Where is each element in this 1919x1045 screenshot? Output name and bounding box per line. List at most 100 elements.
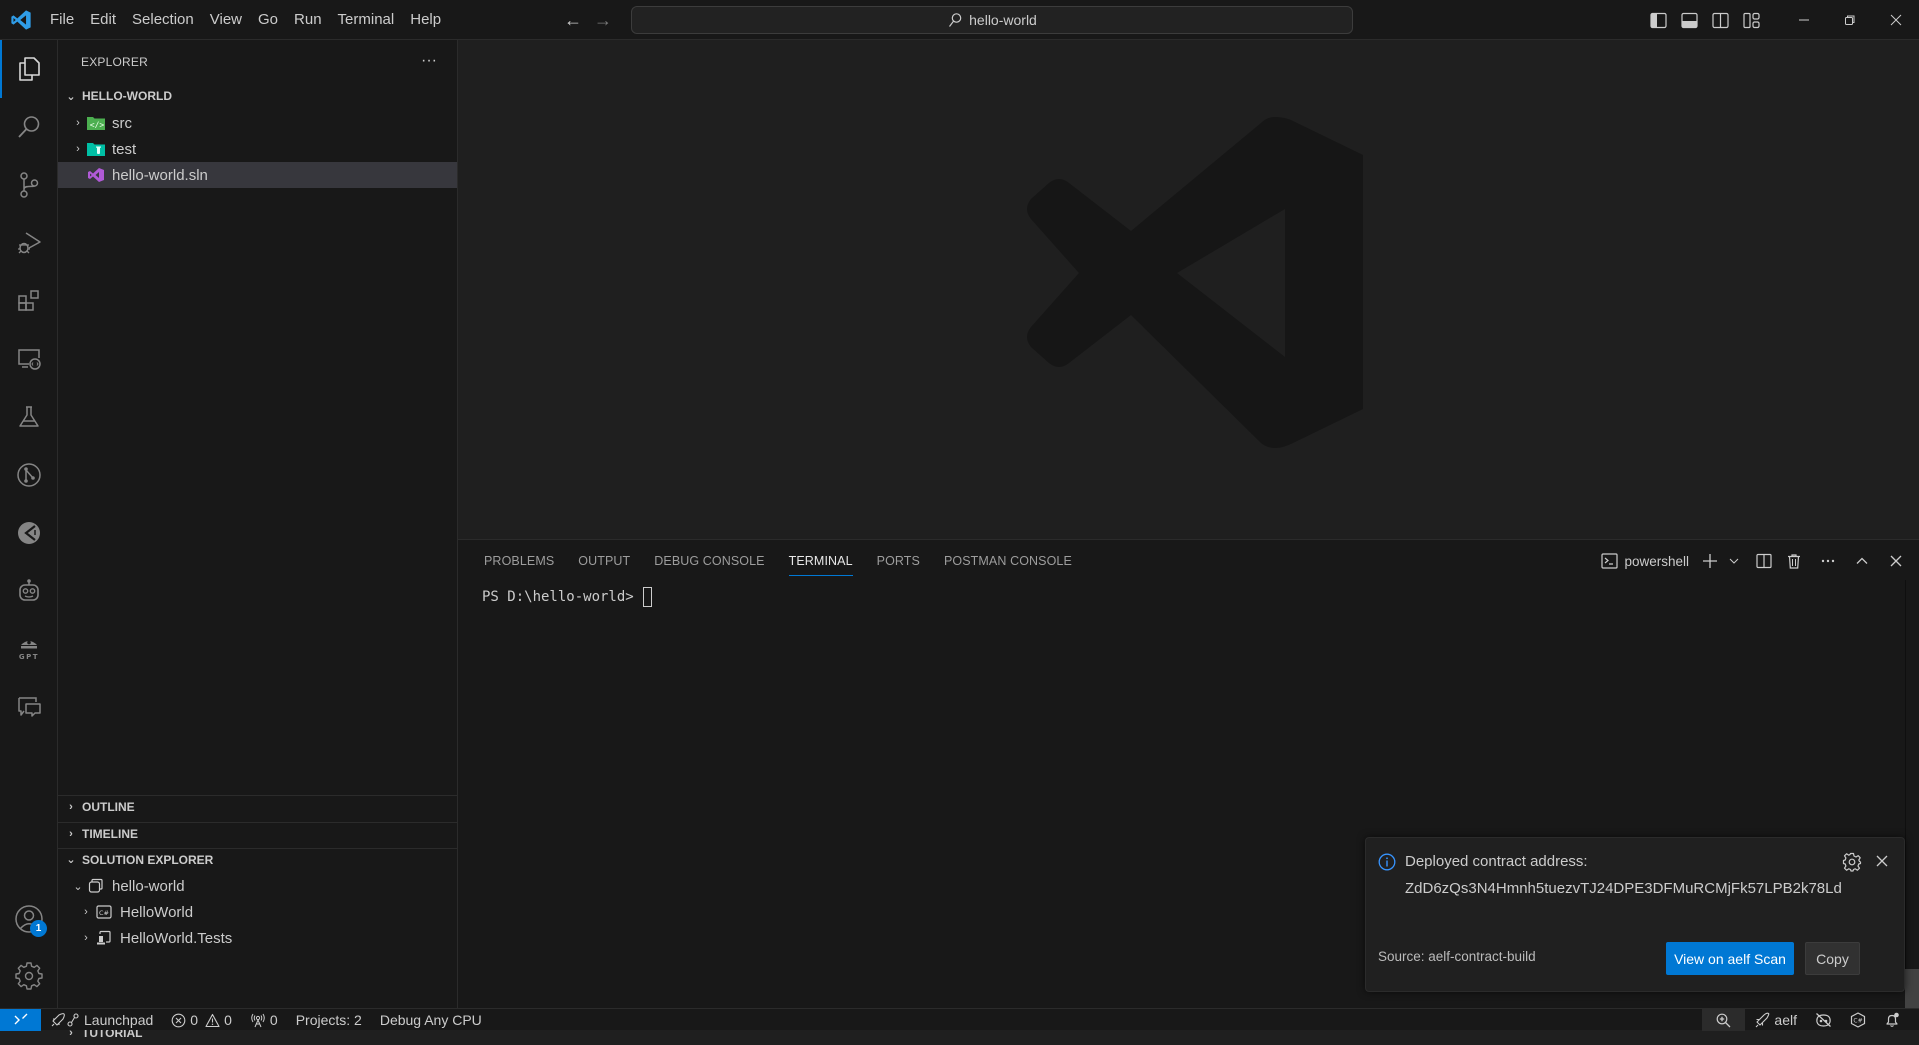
folder-src-icon: </> [86,115,106,131]
vscode-watermark-icon [1023,117,1363,465]
problems-status[interactable]: 0 0 [171,1009,232,1031]
activity-gpt[interactable]: GPT [0,620,58,678]
terminal-dropdown-button[interactable] [1727,548,1741,574]
tab-ports[interactable]: PORTS [865,540,932,582]
notifications-status[interactable] [1875,1009,1909,1031]
go-back-icon[interactable]: ← [562,10,584,30]
toggle-primary-sidebar-button[interactable] [1643,0,1674,40]
terminal-powershell-icon [1601,553,1619,569]
terminal-scrollbar[interactable] [1905,580,1919,1009]
activity-run-debug[interactable] [0,214,58,272]
tab-debug-console[interactable]: DEBUG CONSOLE [642,540,776,582]
activity-extensions[interactable] [0,272,58,330]
menu-edit[interactable]: Edit [82,7,124,33]
activity-git-graph[interactable] [0,446,58,504]
ports-status[interactable]: 0 [250,1009,278,1031]
tree-item-sln[interactable]: hello-world.sln [58,162,457,188]
zoom-status[interactable] [1702,1009,1746,1031]
notification-title: Deployed contract address: [1405,853,1588,870]
activity-explorer[interactable] [0,40,58,98]
menu-view[interactable]: View [202,7,250,33]
project-helloworld[interactable]: › C# HelloWorld [58,899,457,925]
project-helloworld-tests[interactable]: › HelloWorld.Tests [58,925,457,951]
tab-terminal[interactable]: TERMINAL [777,540,865,582]
close-window-button[interactable] [1873,0,1919,40]
activity-copilot-bot[interactable] [0,562,58,620]
testing-flask-icon [19,406,39,427]
solution-root[interactable]: ⌄ hello-world [58,873,457,899]
tab-problems[interactable]: PROBLEMS [472,540,566,582]
projects-label: Projects: 2 [295,1012,362,1028]
activity-manage[interactable] [0,947,58,1005]
maximize-panel-button[interactable] [1849,548,1875,574]
new-terminal-button[interactable] [1697,548,1723,574]
terminal-scrollbar-thumb[interactable] [1905,969,1919,1009]
aelf-label: aelf [1774,1012,1797,1028]
menu-run[interactable]: Run [286,7,330,33]
svg-text:C#: C# [99,909,109,917]
tree-item-test[interactable]: › test [58,136,457,162]
toggle-secondary-sidebar-button[interactable] [1705,0,1736,40]
activity-search[interactable] [0,98,58,156]
menu-terminal[interactable]: Terminal [330,7,403,33]
notification-close-button[interactable] [1871,850,1893,872]
files-icon [19,57,40,81]
tab-postman-console[interactable]: POSTMAN CONSOLE [932,540,1084,582]
launchpad-status[interactable]: Launchpad [50,1009,153,1031]
outline-section-header[interactable]: › OUTLINE [58,795,457,817]
timeline-section-header[interactable]: › TIMELINE [58,822,457,844]
toggle-panel-button[interactable] [1674,0,1705,40]
terminal-content[interactable]: PS D:\hello-world> [482,587,652,607]
menu-selection[interactable]: Selection [124,7,202,33]
copilot-disabled-icon [1816,1013,1831,1027]
menu-help[interactable]: Help [402,7,449,33]
csharp-project-icon: C# [94,904,114,920]
aelf-status[interactable]: aelf [1745,1009,1806,1031]
split-terminal-button[interactable] [1751,548,1777,574]
tree-item-src[interactable]: › </> src [58,110,457,136]
build-config-status[interactable]: Debug Any CPU [380,1009,482,1031]
chevron-down-icon: ⌄ [66,90,76,103]
project-label: HelloWorld.Tests [120,929,233,947]
customize-layout-button[interactable] [1736,0,1767,40]
workspace-section-header[interactable]: ⌄ HELLO-WORLD [58,85,457,107]
folder-test-icon [86,141,106,157]
terminal-instance-selector[interactable]: powershell [1597,548,1693,574]
restore-button[interactable] [1827,0,1873,40]
solution-explorer-section-header[interactable]: ⌄ SOLUTION EXPLORER [58,848,457,870]
chevron-up-icon [1856,557,1868,564]
view-on-aelf-scan-button[interactable]: View on aelf Scan [1666,942,1794,975]
menu-file[interactable]: File [42,7,82,33]
copilot-status[interactable] [1806,1009,1841,1031]
visual-studio-sln-icon [86,167,106,183]
split-icon [1756,553,1772,569]
activity-testing[interactable] [0,388,58,446]
command-center-search[interactable]: hello-world [631,6,1353,34]
activity-accounts[interactable]: 1 [0,890,58,948]
tab-output[interactable]: OUTPUT [566,540,642,582]
menu-go[interactable]: Go [250,7,286,33]
activity-source-control[interactable] [0,156,58,214]
activity-remote-explorer[interactable] [0,330,58,388]
go-forward-icon[interactable]: → [592,10,614,30]
tree-item-label: src [112,114,132,132]
remote-indicator-button[interactable] [0,1009,41,1031]
ellipsis-icon [1821,559,1835,563]
explorer-title: EXPLORER [81,55,148,69]
csharp-status[interactable]: C# [1841,1009,1875,1031]
terminal-prompt: PS D:\hello-world> [482,589,634,605]
projects-status[interactable]: Projects: 2 [296,1009,362,1031]
more-panel-actions-button[interactable] [1815,548,1841,574]
copy-button[interactable]: Copy [1805,942,1860,975]
search-icon [947,12,963,28]
activity-chat[interactable] [0,678,58,736]
activity-postman[interactable] [0,504,58,562]
minimize-button[interactable] [1781,0,1827,40]
build-config-label: Debug Any CPU [379,1012,482,1028]
notification-settings-button[interactable] [1842,852,1862,872]
kill-terminal-button[interactable] [1781,548,1807,574]
close-panel-button[interactable] [1883,548,1909,574]
svg-text:GPT: GPT [19,653,39,661]
minimize-icon [1799,19,1809,21]
more-actions-button[interactable]: ··· [415,48,443,76]
